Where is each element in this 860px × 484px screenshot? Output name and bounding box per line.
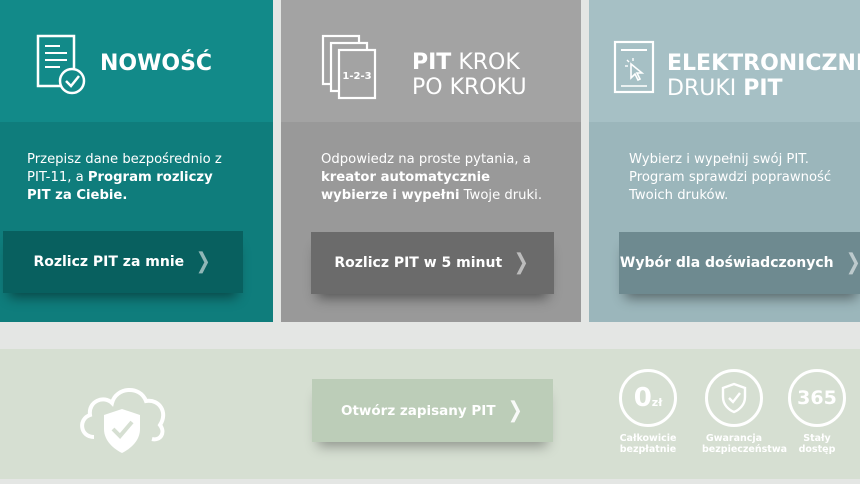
rozlicz-za-mnie-button[interactable]: Rozlicz PIT za mnie ❯ xyxy=(3,231,243,293)
card-title: PIT KROK PO KROKU xyxy=(412,50,527,100)
card-body: Wybierz i wypełnij swój PIT. Program spr… xyxy=(589,122,860,322)
badge-circle: 365 xyxy=(788,369,846,427)
card-body: Przepisz dane bezpośrednio z PIT-11, a P… xyxy=(0,122,273,322)
bottom-panel: Otwórz zapisany PIT ❯ 0zł Całkowicie bezp… xyxy=(0,349,860,479)
svg-text:1-2-3: 1-2-3 xyxy=(342,71,371,82)
document-check-icon xyxy=(36,34,86,95)
card-description: Wybierz i wypełnij swój PIT. Program spr… xyxy=(629,152,832,203)
stacked-documents-icon: 1-2-3 xyxy=(321,34,377,100)
card-description: Odpowiedz na proste pytania, a kreator a… xyxy=(321,152,543,203)
card-description: Przepisz dane bezpośrednio z PIT-11, a P… xyxy=(27,152,222,203)
card-header: NOWOŚĆ xyxy=(0,0,273,122)
rozlicz-5-minut-button[interactable]: Rozlicz PIT w 5 minut ❯ xyxy=(311,232,554,294)
card-elektroniczne-druki: ELEKTRONICZNE DRUKI PIT Wybierz i wypełn… xyxy=(589,0,860,322)
chevron-right-icon: ❯ xyxy=(195,249,211,274)
chevron-right-icon: ❯ xyxy=(507,398,523,423)
badge-label: Stały dostęp xyxy=(798,433,836,455)
cloud-shield-icon xyxy=(80,388,166,453)
open-saved-pit-button[interactable]: Otwórz zapisany PIT ❯ xyxy=(312,379,553,442)
badge-label: Całkowicie bezpłatnie xyxy=(619,433,677,455)
card-title: NOWOŚĆ xyxy=(100,51,213,76)
chevron-right-icon: ❯ xyxy=(845,250,860,275)
card-krok-po-kroku: 1-2-3 PIT KROK PO KROKU Odpowiedz na pro… xyxy=(281,0,581,322)
badge-circle xyxy=(705,369,763,427)
form-cursor-icon xyxy=(613,40,655,94)
badge-label: Gwarancja bezpieczeństwa xyxy=(702,433,788,455)
card-title: ELEKTRONICZNE DRUKI PIT xyxy=(667,51,860,101)
card-nowosc: NOWOŚĆ Przepisz dane bezpośrednio z PIT-… xyxy=(0,0,273,322)
badge-free: 0zł Całkowicie bezpłatnie xyxy=(616,369,680,455)
shield-check-icon xyxy=(721,382,747,414)
badge-security: Gwarancja bezpieczeństwa xyxy=(702,369,788,455)
stage: NOWOŚĆ Przepisz dane bezpośrednio z PIT-… xyxy=(0,0,860,484)
wybor-dla-doswiadczonych-button[interactable]: Wybór dla doświadczonych ❯ xyxy=(619,232,860,294)
chevron-right-icon: ❯ xyxy=(514,250,529,275)
card-header: 1-2-3 PIT KROK PO KROKU xyxy=(281,0,581,122)
badge-circle: 0zł xyxy=(619,369,677,427)
badge-access: 365 Stały dostęp xyxy=(785,369,849,455)
card-header: ELEKTRONICZNE DRUKI PIT xyxy=(589,0,860,122)
card-body: Odpowiedz na proste pytania, a kreator a… xyxy=(281,122,581,322)
